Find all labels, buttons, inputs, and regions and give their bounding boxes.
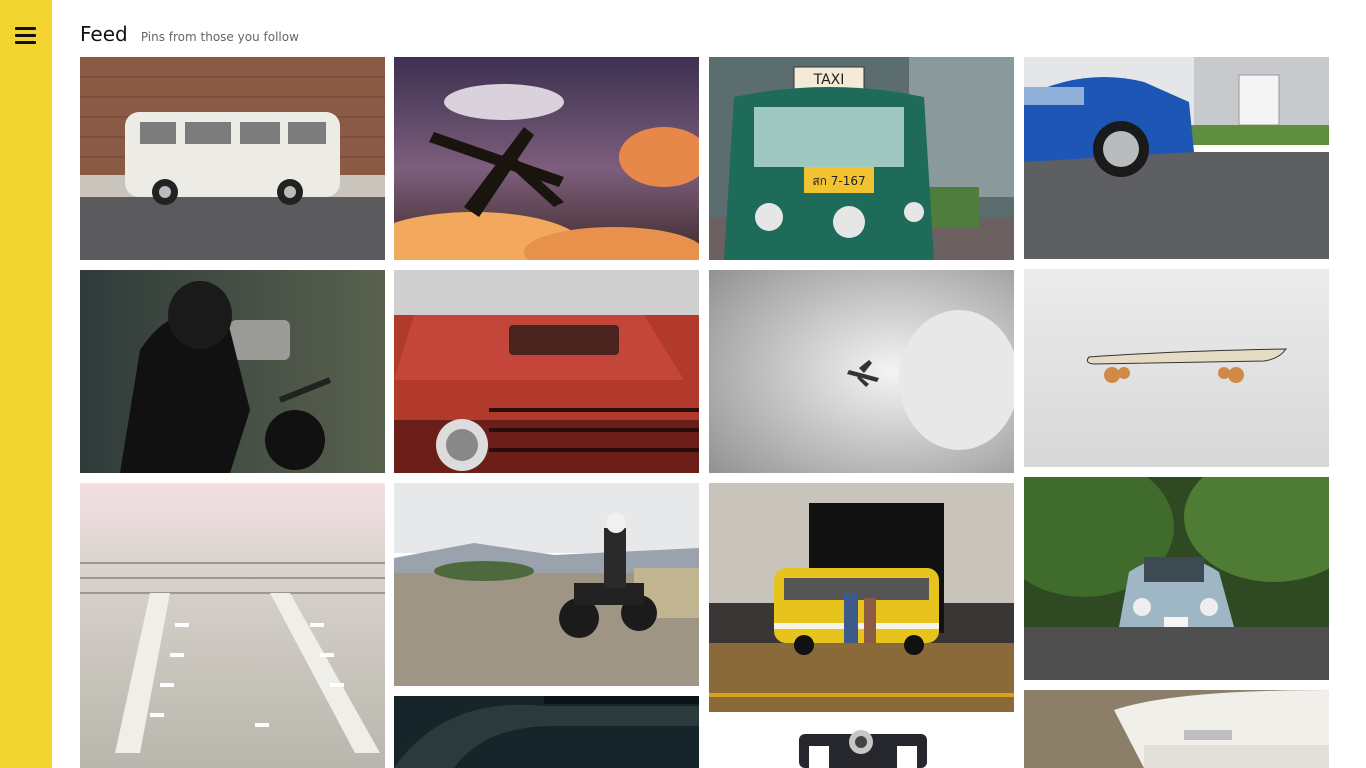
pin-camera-white[interactable] <box>709 722 1014 768</box>
feed-header: Feed Pins from those you follow <box>80 22 299 48</box>
sidebar <box>0 0 52 768</box>
page-title: Feed <box>80 22 128 46</box>
pin-blue-beetle-trees[interactable] <box>1024 477 1329 680</box>
pin-van-brick-wall[interactable] <box>80 57 385 260</box>
hamburger-menu-icon[interactable] <box>15 26 36 45</box>
pin-red-truck-hood[interactable] <box>394 270 699 473</box>
pin-motorcyclist-helmet[interactable] <box>80 270 385 473</box>
pin-dark-car-interior[interactable] <box>394 696 699 768</box>
page-subtitle: Pins from those you follow <box>140 30 299 44</box>
pin-blue-sports-car[interactable] <box>1024 57 1329 259</box>
pin-airport-aerial[interactable] <box>80 483 385 768</box>
tuk-plate-text: สก 7-167 <box>812 174 865 188</box>
pin-plane-grey-sky[interactable] <box>709 270 1014 473</box>
pin-plane-clouds[interactable] <box>394 57 699 260</box>
pin-motorcycle-field[interactable] <box>394 483 699 686</box>
pin-skateboard[interactable] <box>1024 269 1329 467</box>
taxi-sign-text: TAXI <box>813 72 845 88</box>
pin-tuk-tuk-taxi[interactable]: TAXI สก 7-167 <box>709 57 1014 260</box>
pin-white-car-badge[interactable] <box>1024 690 1329 768</box>
pin-yellow-van-night[interactable] <box>709 483 1014 712</box>
